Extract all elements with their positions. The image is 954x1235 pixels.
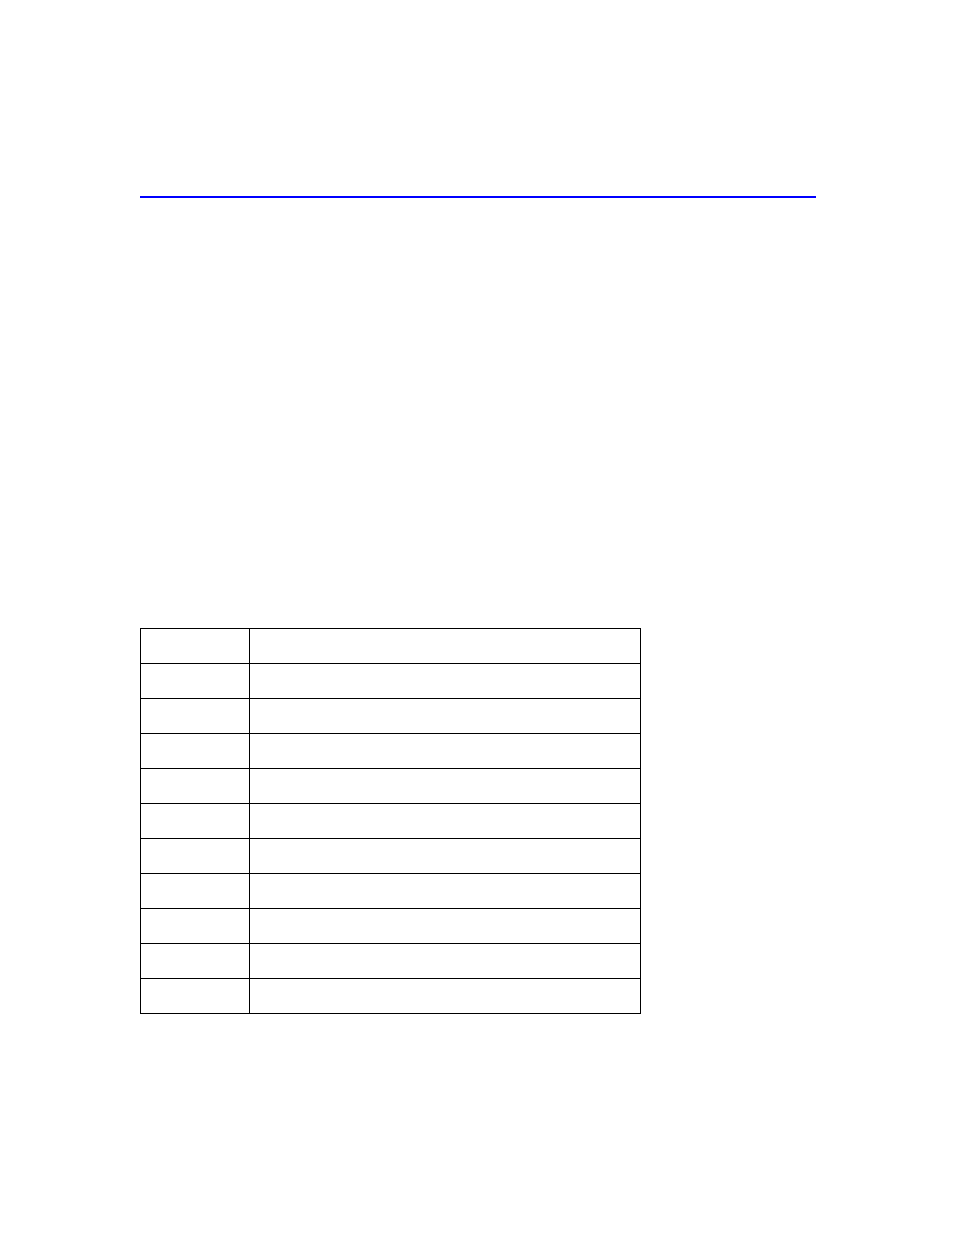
- data-table: [140, 628, 641, 1014]
- table-cell: [141, 804, 250, 839]
- table-row: [141, 769, 641, 804]
- table-cell: [141, 874, 250, 909]
- table-cell: [141, 979, 250, 1014]
- table-row: [141, 979, 641, 1014]
- table-cell: [250, 979, 641, 1014]
- table-row: [141, 874, 641, 909]
- table-cell: [141, 734, 250, 769]
- table-cell: [250, 874, 641, 909]
- table-row: [141, 909, 641, 944]
- table-row: [141, 734, 641, 769]
- table-cell: [141, 769, 250, 804]
- table-row: [141, 804, 641, 839]
- table-cell: [250, 734, 641, 769]
- section-divider: [140, 196, 816, 198]
- table-cell: [250, 909, 641, 944]
- table-cell: [250, 804, 641, 839]
- table-cell: [250, 944, 641, 979]
- table-cell: [141, 909, 250, 944]
- table-row: [141, 699, 641, 734]
- table-cell: [141, 944, 250, 979]
- table-cell: [250, 699, 641, 734]
- table-row: [141, 839, 641, 874]
- table-cell: [141, 699, 250, 734]
- table-cell: [141, 839, 250, 874]
- table-row: [141, 664, 641, 699]
- table-cell: [250, 839, 641, 874]
- table-row: [141, 944, 641, 979]
- table-header-cell: [250, 629, 641, 664]
- table-cell: [250, 769, 641, 804]
- table-cell: [250, 664, 641, 699]
- table-cell: [141, 664, 250, 699]
- table-header-row: [141, 629, 641, 664]
- table-header-cell: [141, 629, 250, 664]
